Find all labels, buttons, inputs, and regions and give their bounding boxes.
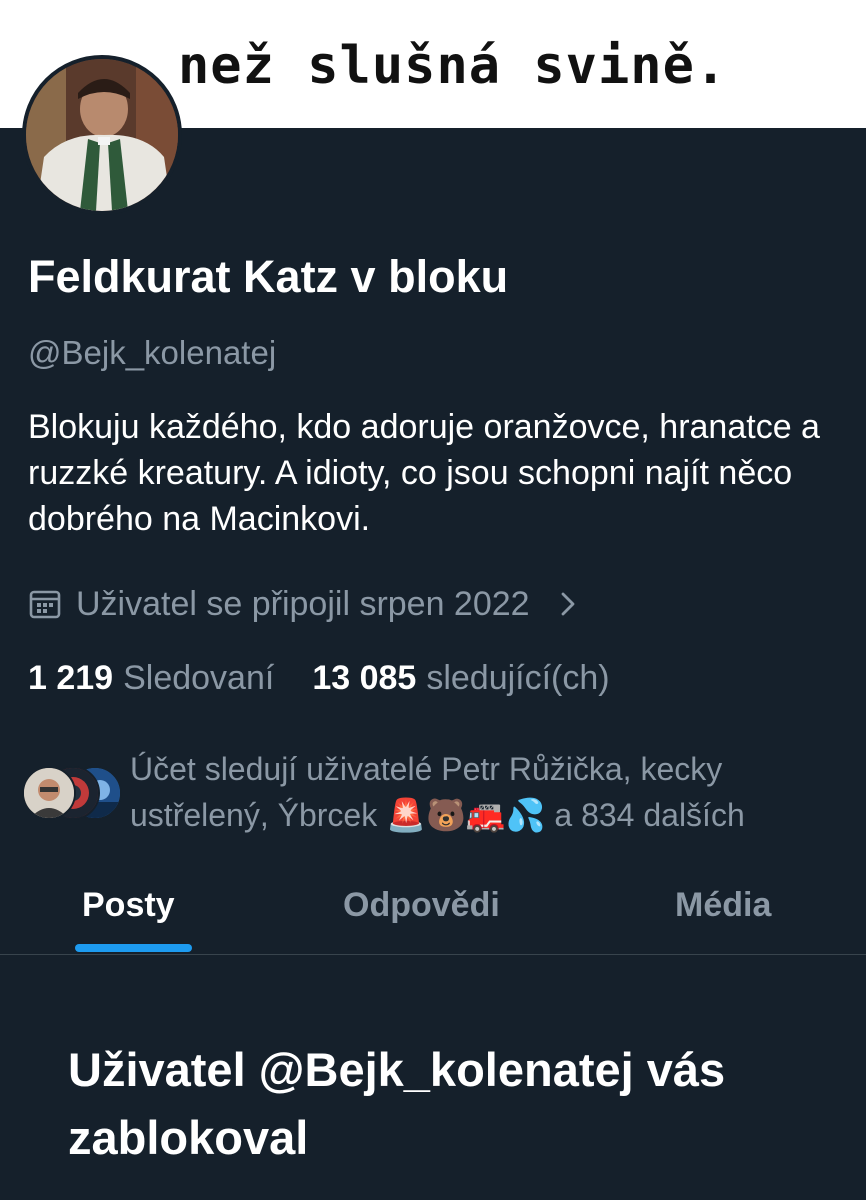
followers-label: sledující(ch) <box>426 658 610 697</box>
profile-display-name: Feldkurat Katz v bloku <box>28 251 509 302</box>
following-count: 1 219 <box>28 658 114 697</box>
joined-date-row[interactable]: Uživatel se připojil srpen 2022 <box>28 582 582 626</box>
tab-replies[interactable]: Odpovědi <box>343 886 500 925</box>
joined-date-text: Uživatel se připojil srpen 2022 <box>76 584 530 623</box>
calendar-icon <box>28 587 62 621</box>
tab-posts[interactable]: Posty <box>82 886 175 925</box>
banner-text: než slušná svině. <box>178 36 728 96</box>
profile-stats: 1 219 Sledovaní 13 085 sledující(ch) <box>28 654 610 702</box>
follower-avatars <box>20 766 122 820</box>
blocked-message: Uživatel @Bejk_kolenatej vás zablokoval <box>68 1043 726 1164</box>
profile-avatar[interactable] <box>22 55 182 215</box>
avatar-photo <box>26 59 178 211</box>
following-label: Sledovaní <box>123 658 275 697</box>
chevron-right-icon <box>552 589 582 619</box>
profile-tabs: Posty Odpovědi Média <box>0 866 866 955</box>
followed-by-row[interactable]: Účet sledují uživatelé Petr Růžička, kec… <box>20 746 860 846</box>
profile-handle: @Bejk_kolenatej <box>28 334 277 371</box>
following-link[interactable]: 1 219 Sledovaní <box>28 659 274 698</box>
followers-link[interactable]: 13 085 sledující(ch) <box>312 659 609 698</box>
followers-count: 13 085 <box>312 658 417 697</box>
followed-by-text: Účet sledují uživatelé Petr Růžička, kec… <box>130 751 745 833</box>
profile-bio: Blokuju každého, kdo adoruje oranžovce, … <box>28 408 820 538</box>
follower-avatar <box>22 766 76 820</box>
tab-media[interactable]: Média <box>675 886 771 925</box>
active-tab-indicator <box>75 944 192 952</box>
